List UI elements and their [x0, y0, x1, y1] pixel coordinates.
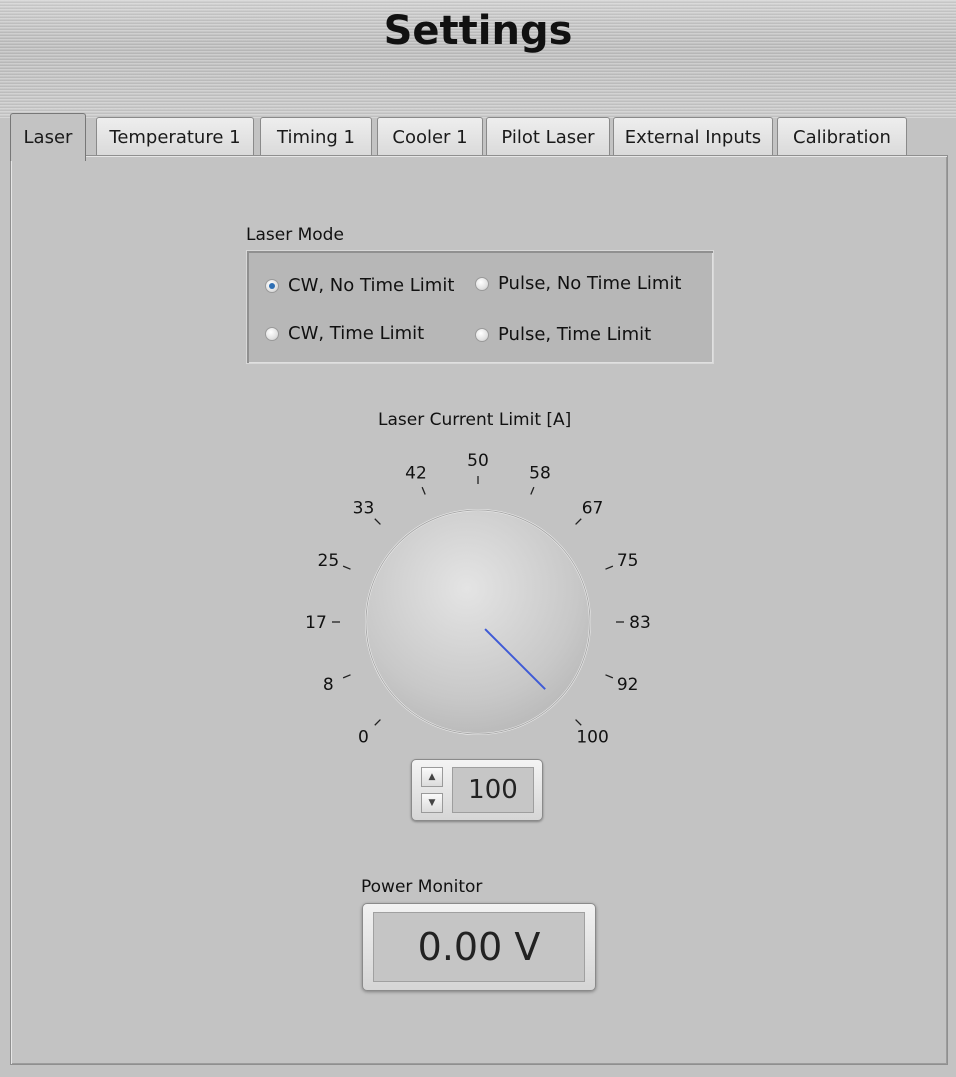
scale-tick-label: 75: [617, 551, 639, 571]
tab-pilot-laser[interactable]: Pilot Laser: [486, 117, 610, 157]
radio-pulse-no-time-limit[interactable]: Pulse, No Time Limit: [475, 273, 681, 294]
current-limit-label: Laser Current Limit [A]: [378, 410, 572, 430]
current-limit-numeric-control[interactable]: ▲ ▼ 100: [411, 759, 543, 821]
scale-tick: [605, 674, 614, 679]
scale-tick-label: 92: [617, 675, 639, 695]
power-monitor-label: Power Monitor: [361, 877, 483, 897]
laser-mode-label: Laser Mode: [246, 225, 344, 245]
radio-label: Pulse, No Time Limit: [498, 273, 682, 294]
tab-laser[interactable]: Laser: [10, 113, 86, 161]
header-band: Settings: [0, 0, 956, 118]
scale-tick: [342, 565, 351, 570]
tab-calibration[interactable]: Calibration: [777, 117, 907, 157]
laser-mode-group: CW, No Time Limit Pulse, No Time Limit C…: [246, 250, 714, 364]
radio-pulse-time-limit[interactable]: Pulse, Time Limit: [475, 324, 651, 345]
scale-tick-label: 0: [358, 728, 369, 748]
tab-external-inputs[interactable]: External Inputs: [613, 117, 773, 157]
radio-label: Pulse, Time Limit: [498, 324, 652, 345]
scale-tick: [421, 486, 426, 495]
scale-tick-label: 42: [405, 463, 427, 483]
power-monitor-indicator: 0.00 V: [362, 903, 596, 991]
scale-tick-label: 25: [318, 551, 340, 571]
page-title: Settings: [383, 8, 573, 54]
scale-tick-label: 50: [467, 451, 489, 471]
radio-label: CW, No Time Limit: [288, 275, 455, 296]
radio-cw-no-time-limit[interactable]: CW, No Time Limit: [265, 275, 454, 296]
scale-tick-label: 67: [582, 498, 604, 518]
scale-tick: [575, 518, 582, 525]
scale-tick-label: 100: [576, 728, 608, 748]
scale-tick: [374, 518, 381, 525]
knob-dial[interactable]: [365, 509, 591, 735]
scale-tick-label: 83: [629, 613, 651, 633]
radio-label: CW, Time Limit: [288, 323, 425, 344]
current-limit-knob[interactable]: 0 8 17 25 33 42 50 58 67 75 83 92 100: [290, 440, 670, 760]
scale-tick: [605, 565, 614, 570]
scale-tick: [530, 486, 535, 495]
tab-cooler-1[interactable]: Cooler 1: [377, 117, 483, 157]
scale-tick: [342, 674, 351, 679]
current-limit-input[interactable]: 100: [452, 767, 534, 813]
scale-tick-label: 8: [323, 675, 334, 695]
radio-button-icon[interactable]: [475, 327, 489, 342]
scale-tick-label: 33: [353, 498, 375, 518]
scale-tick-label: 17: [305, 613, 327, 633]
power-monitor-value: 0.00 V: [373, 912, 585, 982]
tab-timing-1[interactable]: Timing 1: [260, 117, 372, 157]
scale-tick: [374, 719, 381, 726]
scale-tick-label: 58: [529, 463, 551, 483]
decrement-button[interactable]: ▼: [421, 793, 443, 813]
radio-button-icon[interactable]: [265, 326, 279, 341]
scale-tick: [575, 719, 582, 726]
radio-cw-time-limit[interactable]: CW, Time Limit: [265, 323, 424, 344]
radio-button-icon[interactable]: [265, 278, 279, 293]
tab-temperature-1[interactable]: Temperature 1: [96, 117, 254, 157]
radio-button-icon[interactable]: [475, 276, 489, 291]
up-arrow-icon: ▲: [428, 772, 436, 782]
down-arrow-icon: ▼: [428, 798, 436, 808]
increment-button[interactable]: ▲: [421, 767, 443, 787]
